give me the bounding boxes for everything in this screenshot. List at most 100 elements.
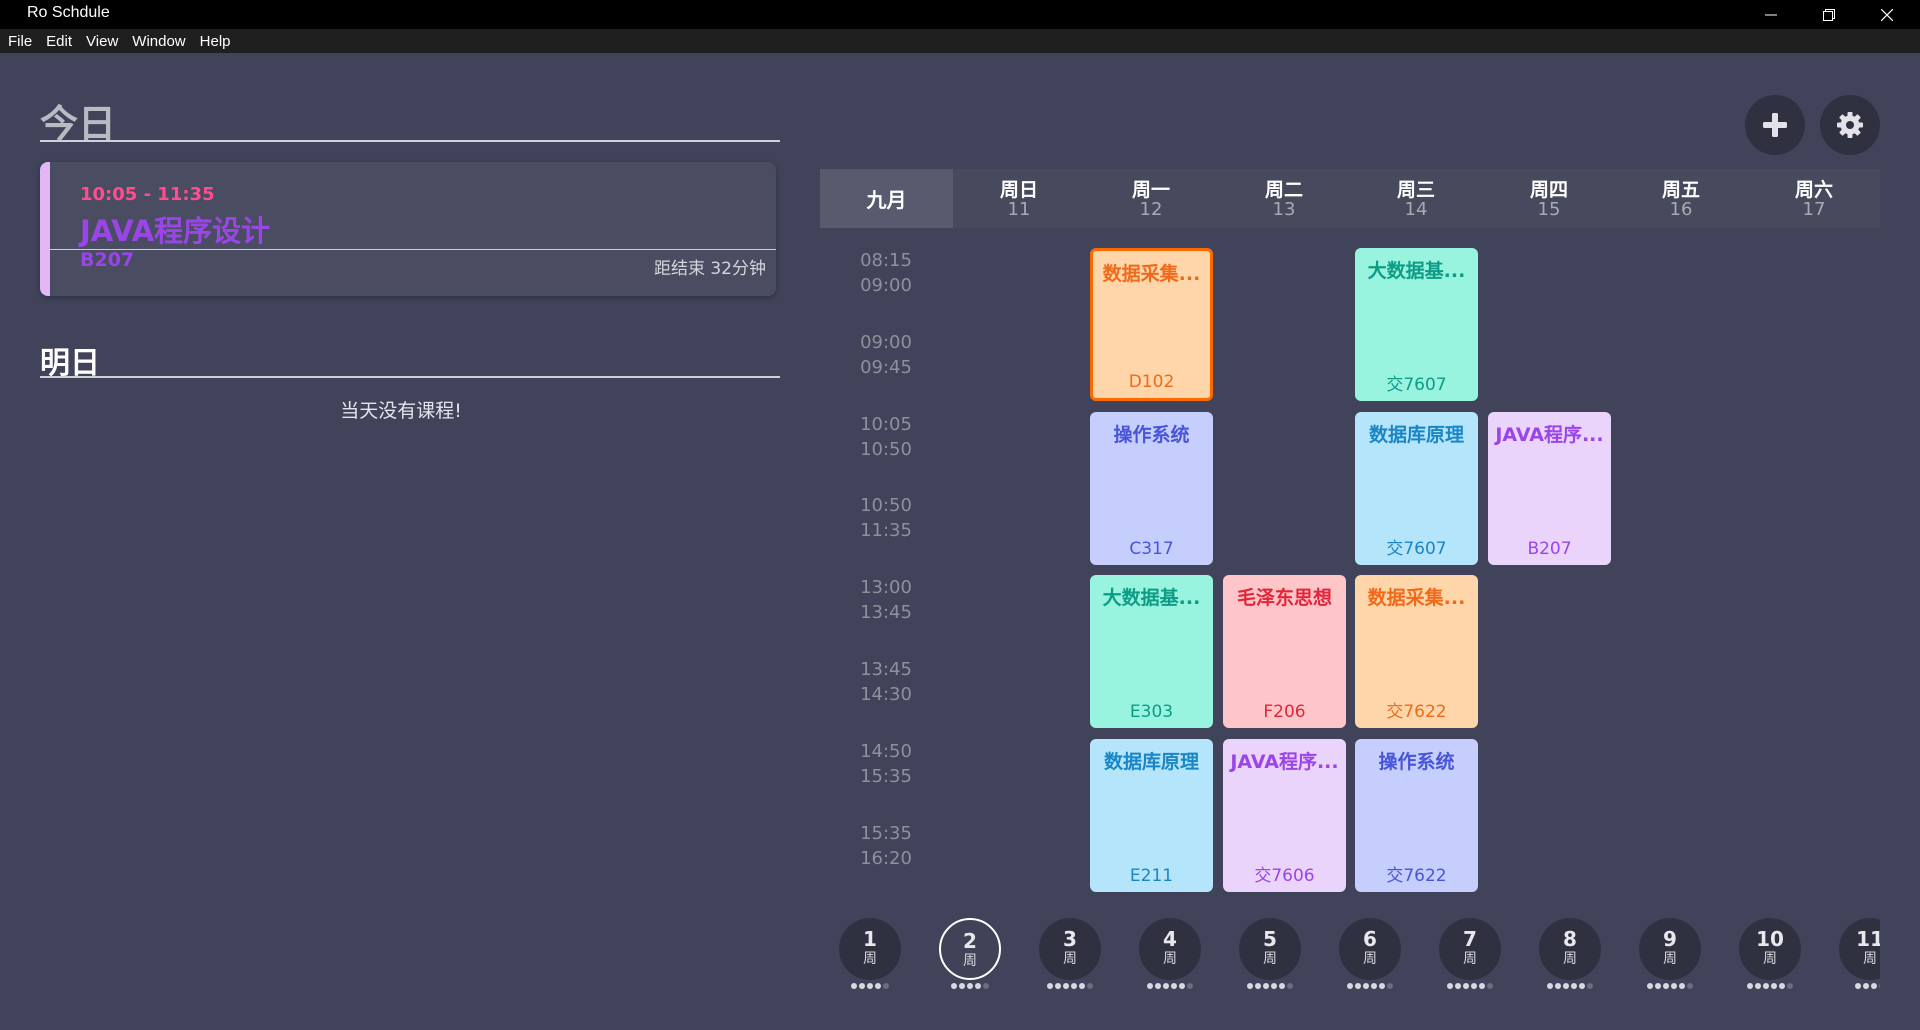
- course-block[interactable]: 数据采集... 交7622: [1355, 575, 1478, 728]
- week-dot: [1671, 983, 1677, 989]
- week-button-10[interactable]: 10 周: [1739, 918, 1801, 992]
- week-dot: [1779, 983, 1785, 989]
- day-header-thu: 周四 15: [1483, 169, 1615, 228]
- week-circle: 4周: [1139, 918, 1201, 980]
- week-button-9[interactable]: 9周: [1639, 918, 1701, 992]
- course-block[interactable]: 大数据基... E303: [1090, 575, 1213, 728]
- menu-help[interactable]: Help: [200, 33, 231, 50]
- close-icon: [1881, 8, 1893, 21]
- current-course-card[interactable]: 10:05 - 11:35 JAVA程序设计 B207 距结束 32分钟: [40, 162, 776, 296]
- current-course-room: B207: [80, 249, 135, 271]
- week-dot: [1071, 983, 1077, 989]
- week-button-1[interactable]: 1周: [839, 918, 901, 992]
- current-course-name: JAVA程序设计: [80, 214, 271, 248]
- week-button-7[interactable]: 7周: [1439, 918, 1501, 992]
- week-dot: [1471, 983, 1477, 989]
- week-label: 周: [863, 951, 877, 967]
- day-header-sat: 周六 17: [1748, 169, 1880, 228]
- week-dot: [1663, 983, 1669, 989]
- week-dot: [1287, 983, 1293, 989]
- slot-end: 10:50: [860, 439, 912, 460]
- menu-edit[interactable]: Edit: [46, 33, 72, 50]
- week-button-6[interactable]: 6周: [1339, 918, 1401, 992]
- slot-end: 16:20: [860, 848, 912, 869]
- course-block[interactable]: 大数据基... 交7607: [1355, 248, 1478, 401]
- day-date: 14: [1404, 199, 1428, 220]
- course-name: JAVA程序...: [1230, 751, 1339, 773]
- day-header-fri: 周五 16: [1615, 169, 1747, 228]
- week-label: 周: [1163, 951, 1177, 967]
- time-slot-7: 14:50 15:35: [820, 739, 952, 789]
- time-slot-8: 15:35 16:20: [820, 821, 952, 871]
- course-block[interactable]: 操作系统 C317: [1090, 412, 1213, 565]
- week-number: 3: [1063, 927, 1077, 951]
- course-block[interactable]: JAVA程序... 交7606: [1223, 739, 1346, 892]
- week-dot: [1479, 983, 1485, 989]
- week-dot: [967, 983, 973, 989]
- minimize-button[interactable]: [1742, 0, 1800, 29]
- course-room: D102: [1128, 372, 1175, 392]
- course-name: 操作系统: [1378, 751, 1455, 773]
- week-label: 周: [1663, 951, 1677, 967]
- week-number: 1: [863, 927, 877, 951]
- course-block[interactable]: 数据库原理 交7607: [1355, 412, 1478, 565]
- course-room: 交7607: [1386, 375, 1447, 395]
- week-dot: [1871, 983, 1877, 989]
- course-block[interactable]: 数据采集... D102: [1090, 248, 1213, 401]
- plus-icon: [1763, 113, 1787, 137]
- week-dot: [1363, 983, 1369, 989]
- course-block[interactable]: JAVA程序... B207: [1488, 412, 1611, 565]
- week-button-5[interactable]: 5周: [1239, 918, 1301, 992]
- slot-end: 09:00: [860, 275, 912, 296]
- week-button-11[interactable]: 11 周: [1839, 918, 1880, 992]
- day-name: 周二: [1264, 179, 1303, 201]
- menu-file[interactable]: File: [8, 33, 32, 50]
- week-circle: 7周: [1439, 918, 1501, 980]
- time-slot-1: 08:15 09:00: [820, 248, 952, 298]
- course-block[interactable]: 操作系统 交7622: [1355, 739, 1478, 892]
- week-dot: [1055, 983, 1061, 989]
- slot-end: 14:30: [860, 684, 912, 705]
- course-room: E211: [1129, 866, 1174, 886]
- settings-button[interactable]: [1820, 95, 1880, 155]
- window-title: Ro Schdule: [27, 4, 110, 21]
- week-number: 10: [1756, 927, 1784, 951]
- add-course-button[interactable]: [1745, 95, 1805, 155]
- slot-start: 15:35: [860, 823, 912, 844]
- no-class-message: 当天没有课程!: [340, 400, 462, 422]
- day-name: 周六: [1794, 179, 1833, 201]
- week-label: 周: [963, 953, 977, 969]
- restore-button[interactable]: [1800, 0, 1858, 29]
- time-slot-3: 10:05 10:50: [820, 412, 952, 462]
- menu-window[interactable]: Window: [132, 33, 185, 50]
- week-button-8[interactable]: 8周: [1539, 918, 1601, 992]
- week-dot: [1187, 983, 1193, 989]
- week-dot: [1087, 983, 1093, 989]
- week-class-dots: [1339, 983, 1401, 991]
- week-dot: [1047, 983, 1053, 989]
- week-button-4[interactable]: 4周: [1139, 918, 1201, 992]
- week-class-dots: [1539, 983, 1601, 991]
- week-dot: [1571, 983, 1577, 989]
- day-header-tue: 周二 13: [1218, 169, 1350, 228]
- week-dot: [875, 983, 881, 989]
- course-name: 操作系统: [1113, 424, 1190, 446]
- week-dot: [1855, 983, 1861, 989]
- week-button-3[interactable]: 3周: [1039, 918, 1101, 992]
- week-dot: [1747, 983, 1753, 989]
- week-label: 周: [1763, 951, 1777, 967]
- day-date: 15: [1537, 199, 1561, 220]
- week-dot: [1371, 983, 1377, 989]
- week-class-dots: [839, 983, 901, 991]
- day-date: 11: [1007, 199, 1031, 220]
- week-button-2[interactable]: 2周: [939, 918, 1001, 992]
- week-dot: [1755, 983, 1761, 989]
- week-dot: [1647, 983, 1653, 989]
- week-label: 周: [1463, 951, 1477, 967]
- course-block[interactable]: 数据库原理 E211: [1090, 739, 1213, 892]
- week-dot: [959, 983, 965, 989]
- course-block[interactable]: 毛泽东思想 F206: [1223, 575, 1346, 728]
- week-number: 7: [1463, 927, 1477, 951]
- close-button[interactable]: [1858, 0, 1916, 29]
- menu-view[interactable]: View: [86, 33, 118, 50]
